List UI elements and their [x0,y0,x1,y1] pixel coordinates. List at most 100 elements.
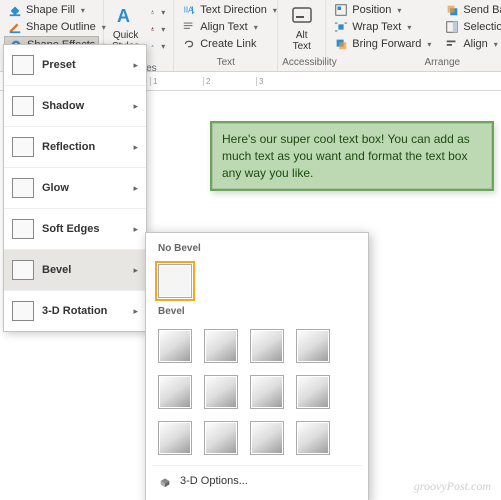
label: Preset [42,59,76,71]
effects-bevel[interactable]: Bevel ▸ [4,250,146,291]
send-backward-button[interactable]: Send Backward▾ [441,2,501,18]
bevel-swatch[interactable] [250,421,284,455]
chevron-down-icon: ▾ [427,40,431,49]
shape-outline-button[interactable]: Shape Outline▾ [4,19,99,35]
chevron-down-icon: ▾ [407,23,411,32]
ruler-tick: 3 [256,77,309,86]
create-link-button[interactable]: Create Link [178,36,273,52]
chevron-right-icon: ▸ [133,306,138,317]
shape-fill-button[interactable]: Shape Fill ▾ [4,2,99,18]
text-fill-icon[interactable]: A▾ [147,4,169,20]
bevel-swatch[interactable] [158,329,192,363]
chevron-right-icon: ▸ [133,142,138,153]
label: Wrap Text [352,21,401,33]
preset-preview-icon [12,55,34,75]
bring-forward-button[interactable]: Bring Forward ▾ [330,36,435,52]
chevron-right-icon: ▸ [133,183,138,194]
alt-text-icon [290,4,314,28]
shadow-preview-icon [12,96,34,116]
text-effects-icon[interactable]: A▾ [147,38,169,54]
link-icon [182,37,196,51]
position-button[interactable]: Position ▾ [330,2,435,18]
effects-soft-edges[interactable]: Soft Edges ▸ [4,209,146,250]
pencil-icon [8,20,22,34]
rotation-preview-icon [12,301,34,321]
text-direction-icon: IIA [182,3,196,17]
bevel-swatch[interactable] [296,421,330,455]
alt-text-button[interactable]: Alt Text [282,2,321,54]
wordart-icon: A [114,4,138,28]
bevel-swatch[interactable] [204,421,238,455]
bevel-submenu: No Bevel Bevel 3-D Options... [145,232,369,500]
soft-edges-preview-icon [12,219,34,239]
chevron-right-icon: ▸ [133,101,138,112]
bring-forward-icon [334,37,348,51]
group-label: Accessibility [282,57,321,69]
svg-text:A: A [117,6,130,26]
selection-pane-button[interactable]: Selection Pane [441,19,501,35]
bevel-swatch[interactable] [158,375,192,409]
text-box[interactable]: Here's our super cool text box! You can … [210,121,494,191]
bevel-preview-icon [12,260,34,280]
shape-effects-menu: Preset▸ Shadow▸ Reflection▸ Glow▸ Soft E… [3,44,147,332]
label: Glow [42,182,69,194]
chevron-right-icon: ▸ [133,265,138,276]
wrap-text-button[interactable]: Wrap Text ▾ [330,19,435,35]
bevel-none[interactable] [158,264,192,298]
label: Soft Edges [42,223,99,235]
chevron-right-icon: ▸ [133,224,138,235]
label: Bevel [42,264,71,276]
no-bevel-header: No Bevel [152,239,362,260]
chevron-down-icon: ▾ [81,6,85,15]
label: Create Link [200,38,256,50]
svg-text:A: A [152,44,155,48]
label: Shadow [42,100,84,112]
watermark: groovyPost.com [414,479,491,494]
label: Align [463,38,487,50]
label: Shape Fill [26,4,75,16]
text-outline-icon[interactable]: A▾ [147,21,169,37]
chevron-down-icon: ▾ [494,40,498,49]
align-text-button[interactable]: Align Text▾ [178,19,273,35]
label: 3-D Rotation [42,305,107,317]
chevron-down-icon: ▾ [254,23,258,32]
send-backward-icon [445,3,459,17]
bevel-swatch[interactable] [250,375,284,409]
effects-preset[interactable]: Preset▸ [4,45,146,86]
glow-preview-icon [12,178,34,198]
label: Reflection [42,141,95,153]
label: Send Backward [463,4,501,16]
wrap-icon [334,20,348,34]
3d-options-button[interactable]: 3-D Options... [152,465,362,496]
bevel-swatch[interactable] [158,421,192,455]
effects-reflection[interactable]: Reflection ▸ [4,127,146,168]
label: Bring Forward [352,38,421,50]
align-icon [445,37,459,51]
group-label: Arrange [330,57,501,69]
bevel-swatch[interactable] [204,375,238,409]
ruler-tick: 1 [150,77,203,86]
label: Shape Outline [26,21,96,33]
align-button[interactable]: Align ▾ [441,36,501,52]
label: Selection Pane [463,21,501,33]
label: 3-D Options... [180,475,248,487]
paint-bucket-icon [8,3,22,17]
bevel-swatch[interactable] [296,329,330,363]
ruler-tick: 2 [203,77,256,86]
bevel-header: Bevel [152,302,362,323]
reflection-preview-icon [12,137,34,157]
effects-shadow[interactable]: Shadow ▸ [4,86,146,127]
3d-options-icon [158,474,172,488]
position-icon [334,3,348,17]
selection-pane-icon [445,20,459,34]
bevel-swatch[interactable] [204,329,238,363]
label: Position [352,4,391,16]
effects-glow[interactable]: Glow ▸ [4,168,146,209]
effects-3d-rotation[interactable]: 3-D Rotation ▸ [4,291,146,331]
chevron-down-icon: ▾ [397,6,401,15]
bevel-swatch[interactable] [250,329,284,363]
bevel-swatch[interactable] [296,375,330,409]
text-direction-button[interactable]: IIAText Direction▾ [178,2,273,18]
align-text-icon [182,20,196,34]
group-label: Text [178,57,273,69]
